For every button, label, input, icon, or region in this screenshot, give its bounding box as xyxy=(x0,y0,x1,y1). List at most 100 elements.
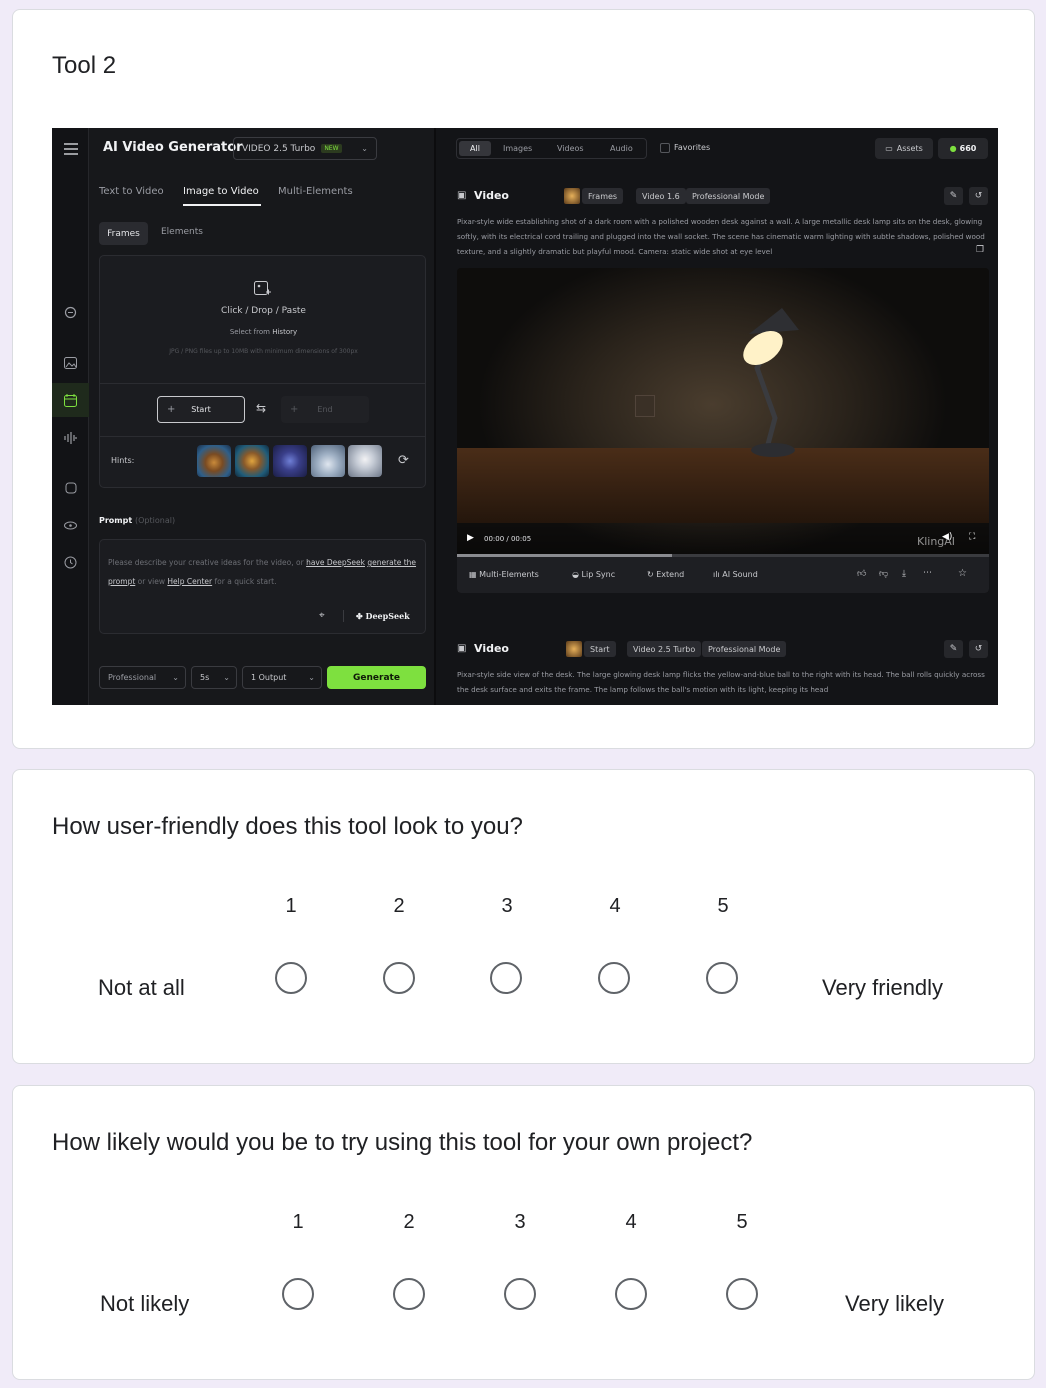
chevron-down-icon: ⌄ xyxy=(172,673,179,682)
hint-thumbnail[interactable] xyxy=(311,445,345,477)
radio-option-4[interactable] xyxy=(598,962,630,994)
radio-option-5[interactable] xyxy=(726,1278,758,1310)
assets-label: Assets xyxy=(896,144,923,153)
quality-select[interactable]: Professional ⌄ xyxy=(99,666,186,689)
left-panel: AI Video Generator VIDEO 2.5 Turbo NEW ⌄… xyxy=(89,128,434,705)
extend-action[interactable]: ↻ Extend xyxy=(647,570,684,579)
download-icon[interactable]: ⤓ xyxy=(902,569,906,579)
fullscreen-icon[interactable]: ⛶ xyxy=(969,532,975,542)
audio-icon[interactable] xyxy=(61,428,80,447)
sparkle-icon[interactable] xyxy=(61,303,80,322)
deepseek-button[interactable]: ✤ DeepSeek xyxy=(356,611,410,621)
filter-tab-all[interactable]: All xyxy=(459,141,491,156)
hint-thumbnail[interactable] xyxy=(197,445,231,477)
subtab-elements[interactable]: Elements xyxy=(161,227,203,237)
radio-option-1[interactable] xyxy=(275,962,307,994)
credits-badge[interactable]: ● 660 xyxy=(938,138,988,159)
grid-icon: ▦ xyxy=(469,570,477,579)
prompt-textarea[interactable]: Please describe your creative ideas for … xyxy=(99,539,426,634)
radio-option-2[interactable] xyxy=(383,962,415,994)
tag-model: Video 1.6 xyxy=(636,188,686,204)
deepseek-logo-icon: ✤ xyxy=(356,611,363,621)
radio-option-5[interactable] xyxy=(706,962,738,994)
scale-high-label: Very friendly xyxy=(822,975,944,1000)
duration-value: 5s xyxy=(200,673,210,682)
prompt-optional: (Optional) xyxy=(135,516,176,525)
swap-icon[interactable]: ⇆ xyxy=(256,401,266,415)
generate-button[interactable]: Generate xyxy=(327,666,426,689)
end-frame-button[interactable]: + End xyxy=(281,396,369,423)
help-center-link[interactable]: Help Center xyxy=(167,577,212,586)
retry-icon[interactable]: ↺ xyxy=(969,187,988,205)
tab-text-to-video[interactable]: Text to Video xyxy=(99,186,164,197)
divider xyxy=(343,610,344,622)
copy-icon[interactable]: ❐ xyxy=(976,245,984,255)
eye-icon[interactable] xyxy=(61,516,80,535)
desk-surface xyxy=(457,448,989,523)
chevron-down-icon: ⌄ xyxy=(308,673,315,682)
filter-tab-videos[interactable]: Videos xyxy=(557,144,584,153)
video-icon[interactable] xyxy=(52,383,89,417)
filter-tab-images[interactable]: Images xyxy=(503,144,532,153)
calendar-video-icon: ▣ xyxy=(457,643,467,654)
radio-option-3[interactable] xyxy=(504,1278,536,1310)
result-description: Pixar-style side view of the desk. The l… xyxy=(457,670,985,694)
scale-number: 1 xyxy=(292,1211,304,1233)
radio-option-4[interactable] xyxy=(615,1278,647,1310)
extend-icon: ↻ xyxy=(647,570,654,579)
wall-socket xyxy=(635,395,655,417)
history-link[interactable]: History xyxy=(272,328,297,336)
ai-sound-action[interactable]: ılı AI Sound xyxy=(713,570,758,579)
edit-icon[interactable]: ✎ xyxy=(944,187,963,205)
multi-elements-action[interactable]: ▦ Multi-Elements xyxy=(469,570,539,579)
radio-option-2[interactable] xyxy=(393,1278,425,1310)
subtab-frames[interactable]: Frames xyxy=(99,222,148,245)
result-type: Video xyxy=(474,642,509,655)
prompt-label-text: Prompt xyxy=(99,516,133,525)
scale-number: 1 xyxy=(285,895,297,917)
scale-number: 3 xyxy=(514,1211,526,1233)
video-player[interactable]: ▶ 00:00 / 00:05 KlingAI ◀) ⛶ ▦ Multi-Ele… xyxy=(457,268,989,593)
image-icon[interactable] xyxy=(61,353,80,372)
thumbs-down-icon[interactable]: 👎︎ xyxy=(879,569,888,579)
upload-requirements: JPG / PNG files up to 10MB with minimum … xyxy=(169,348,358,355)
star-icon[interactable]: ☆ xyxy=(958,568,967,579)
history-icon[interactable] xyxy=(61,553,80,572)
cube-icon[interactable] xyxy=(61,478,80,497)
have-deepseek-link[interactable]: have DeepSeek xyxy=(306,558,365,567)
tag-mode: Professional Mode xyxy=(686,188,771,204)
active-tab-underline xyxy=(183,204,261,206)
outputs-select[interactable]: 1 Output ⌄ xyxy=(242,666,322,689)
retry-icon[interactable]: ↺ xyxy=(969,640,988,658)
tab-image-to-video[interactable]: Image to Video xyxy=(183,186,259,197)
start-frame-button[interactable]: + Start xyxy=(157,396,245,423)
more-icon[interactable]: ⋯ xyxy=(923,568,932,578)
radio-option-1[interactable] xyxy=(282,1278,314,1310)
tab-multi-elements[interactable]: Multi-Elements xyxy=(278,186,353,197)
desk-lamp xyxy=(743,308,799,457)
edit-icon[interactable]: ✎ xyxy=(944,640,963,658)
hint-thumbnail[interactable] xyxy=(235,445,269,477)
lip-sync-action[interactable]: ◒ Lip Sync xyxy=(572,570,615,579)
location-pin-icon[interactable]: ⌖ xyxy=(319,610,325,621)
result-description: Pixar-style wide establishing shot of a … xyxy=(457,217,985,256)
hint-thumbnail[interactable] xyxy=(273,445,307,477)
divider xyxy=(100,436,425,437)
radio-option-3[interactable] xyxy=(490,962,522,994)
calendar-video-icon: ▣ xyxy=(457,190,467,201)
menu-icon[interactable] xyxy=(61,139,80,158)
model-select[interactable]: VIDEO 2.5 Turbo NEW ⌄ xyxy=(233,137,377,160)
scale-low-label: Not likely xyxy=(100,1291,190,1316)
refresh-icon[interactable]: ⟳ xyxy=(398,453,409,468)
favorites-checkbox[interactable] xyxy=(660,143,670,153)
volume-icon[interactable]: ◀) xyxy=(942,532,952,542)
filter-tab-audio[interactable]: Audio xyxy=(610,144,633,153)
hint-thumbnail[interactable] xyxy=(348,445,382,477)
chevron-down-icon: ⌄ xyxy=(223,673,230,682)
duration-select[interactable]: 5s ⌄ xyxy=(191,666,237,689)
scale-number: 4 xyxy=(625,1211,637,1233)
thumbs-up-icon[interactable]: 👍︎ xyxy=(857,569,866,579)
assets-button[interactable]: ▭ Assets xyxy=(875,138,933,159)
prompt-label: Prompt (Optional) xyxy=(99,516,175,525)
play-icon[interactable]: ▶ xyxy=(467,533,474,543)
